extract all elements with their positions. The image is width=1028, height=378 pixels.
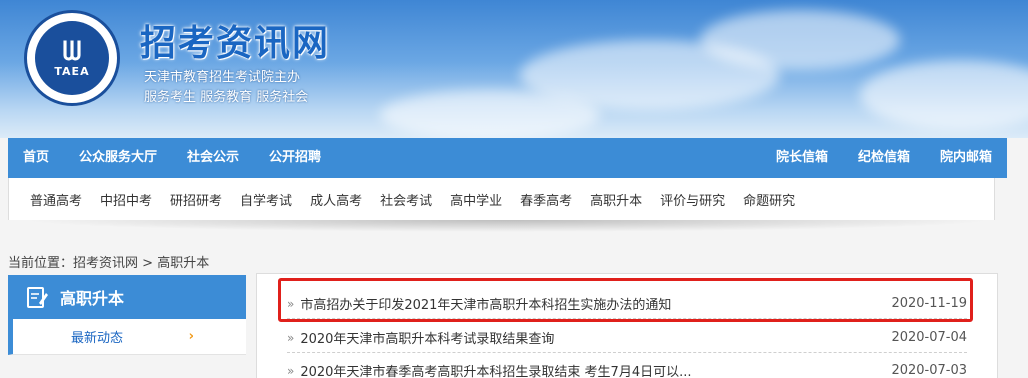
nav-public-service-hall[interactable]: 公众服务大厅: [64, 138, 172, 178]
subnav-social-exam[interactable]: 社会考试: [371, 190, 441, 209]
breadcrumb-prefix: 当前位置：: [8, 256, 74, 271]
sidebar-title: 高职升本: [60, 289, 125, 308]
news-item[interactable]: » 2020年天津市春季高考高职升本科招生录取结束 考生7月4日可以... 20…: [287, 356, 967, 378]
logo-text: TAEA: [54, 64, 90, 78]
document-edit-icon: [26, 285, 50, 309]
news-date: 2020-11-19: [891, 296, 967, 311]
sidebar-header: 高职升本: [8, 275, 246, 319]
subnav-general-exam[interactable]: 普通高考: [21, 190, 91, 209]
subnav-high-school-academic[interactable]: 高中学业: [441, 190, 511, 209]
subnav-spring-exam[interactable]: 春季高考: [511, 190, 581, 209]
bullet-icon: »: [287, 330, 295, 345]
site-subtitle-organizer: 天津市教育招生考试院主办: [144, 70, 301, 85]
site-logo[interactable]: ᗯ TAEA: [24, 10, 120, 106]
news-title[interactable]: 2020年天津市高职升本科考试录取结果查询: [300, 328, 881, 347]
breadcrumb: 当前位置：招考资讯网 > 高职升本: [8, 252, 209, 271]
chevron-right-icon: ›: [188, 329, 194, 344]
bullet-icon: »: [287, 296, 295, 311]
bullet-icon: »: [287, 363, 295, 378]
nav-president-mailbox[interactable]: 院长信箱: [761, 138, 843, 178]
main-nav: 首页 公众服务大厅 社会公示 公开招聘 院长信箱 纪检信箱 院内邮箱: [8, 138, 1007, 178]
breadcrumb-separator: >: [142, 256, 154, 271]
news-title[interactable]: 市高招办关于印发2021年天津市高职升本科招生实施办法的通知: [300, 294, 881, 313]
header-banner: ᗯ TAEA 招考资讯网 天津市教育招生考试院主办 服务考生 服务教育 服务社会: [0, 0, 1028, 138]
news-title[interactable]: 2020年天津市春季高考高职升本科招生录取结束 考生7月4日可以...: [300, 361, 881, 378]
news-date: 2020-07-03: [891, 363, 967, 378]
sub-nav: 普通高考 中招中考 研招研考 自学考试 成人高考 社会考试 高中学业 春季高考 …: [8, 178, 995, 220]
nav-internal-mailbox[interactable]: 院内邮箱: [925, 138, 1007, 178]
breadcrumb-current[interactable]: 高职升本: [157, 256, 209, 271]
subnav-graduate-exam[interactable]: 研招研考: [161, 190, 231, 209]
nav-social-announcement[interactable]: 社会公示: [172, 138, 254, 178]
sidebar-item-latest-news[interactable]: 最新动态 ›: [8, 319, 246, 355]
news-item[interactable]: » 2020年天津市高职升本科考试录取结果查询 2020-07-04: [287, 323, 967, 353]
subnav-proposition-research[interactable]: 命题研究: [734, 190, 804, 209]
subnav-evaluation-research[interactable]: 评价与研究: [651, 190, 734, 209]
nav-public-recruitment[interactable]: 公开招聘: [254, 138, 336, 178]
sidebar-item-label: 最新动态: [71, 331, 124, 346]
subnav-shadow: [20, 220, 995, 232]
news-item[interactable]: » 市高招办关于印发2021年天津市高职升本科招生实施办法的通知 2020-11…: [287, 289, 967, 319]
nav-discipline-mailbox[interactable]: 纪检信箱: [843, 138, 925, 178]
logo-emblem-icon: ᗯ TAEA: [35, 21, 109, 95]
site-title: 招考资讯网: [140, 23, 331, 64]
news-date: 2020-07-04: [891, 330, 967, 345]
subnav-self-study-exam[interactable]: 自学考试: [231, 190, 301, 209]
nav-home[interactable]: 首页: [8, 138, 64, 178]
subnav-adult-exam[interactable]: 成人高考: [301, 190, 371, 209]
breadcrumb-home-link[interactable]: 招考资讯网: [73, 256, 138, 271]
site-subtitle-slogan: 服务考生 服务教育 服务社会: [144, 90, 309, 105]
subnav-middle-school-exam[interactable]: 中招中考: [91, 190, 161, 209]
news-list-panel: » 市高招办关于印发2021年天津市高职升本科招生实施办法的通知 2020-11…: [256, 273, 998, 378]
subnav-vocational-to-bachelor[interactable]: 高职升本: [581, 190, 651, 209]
